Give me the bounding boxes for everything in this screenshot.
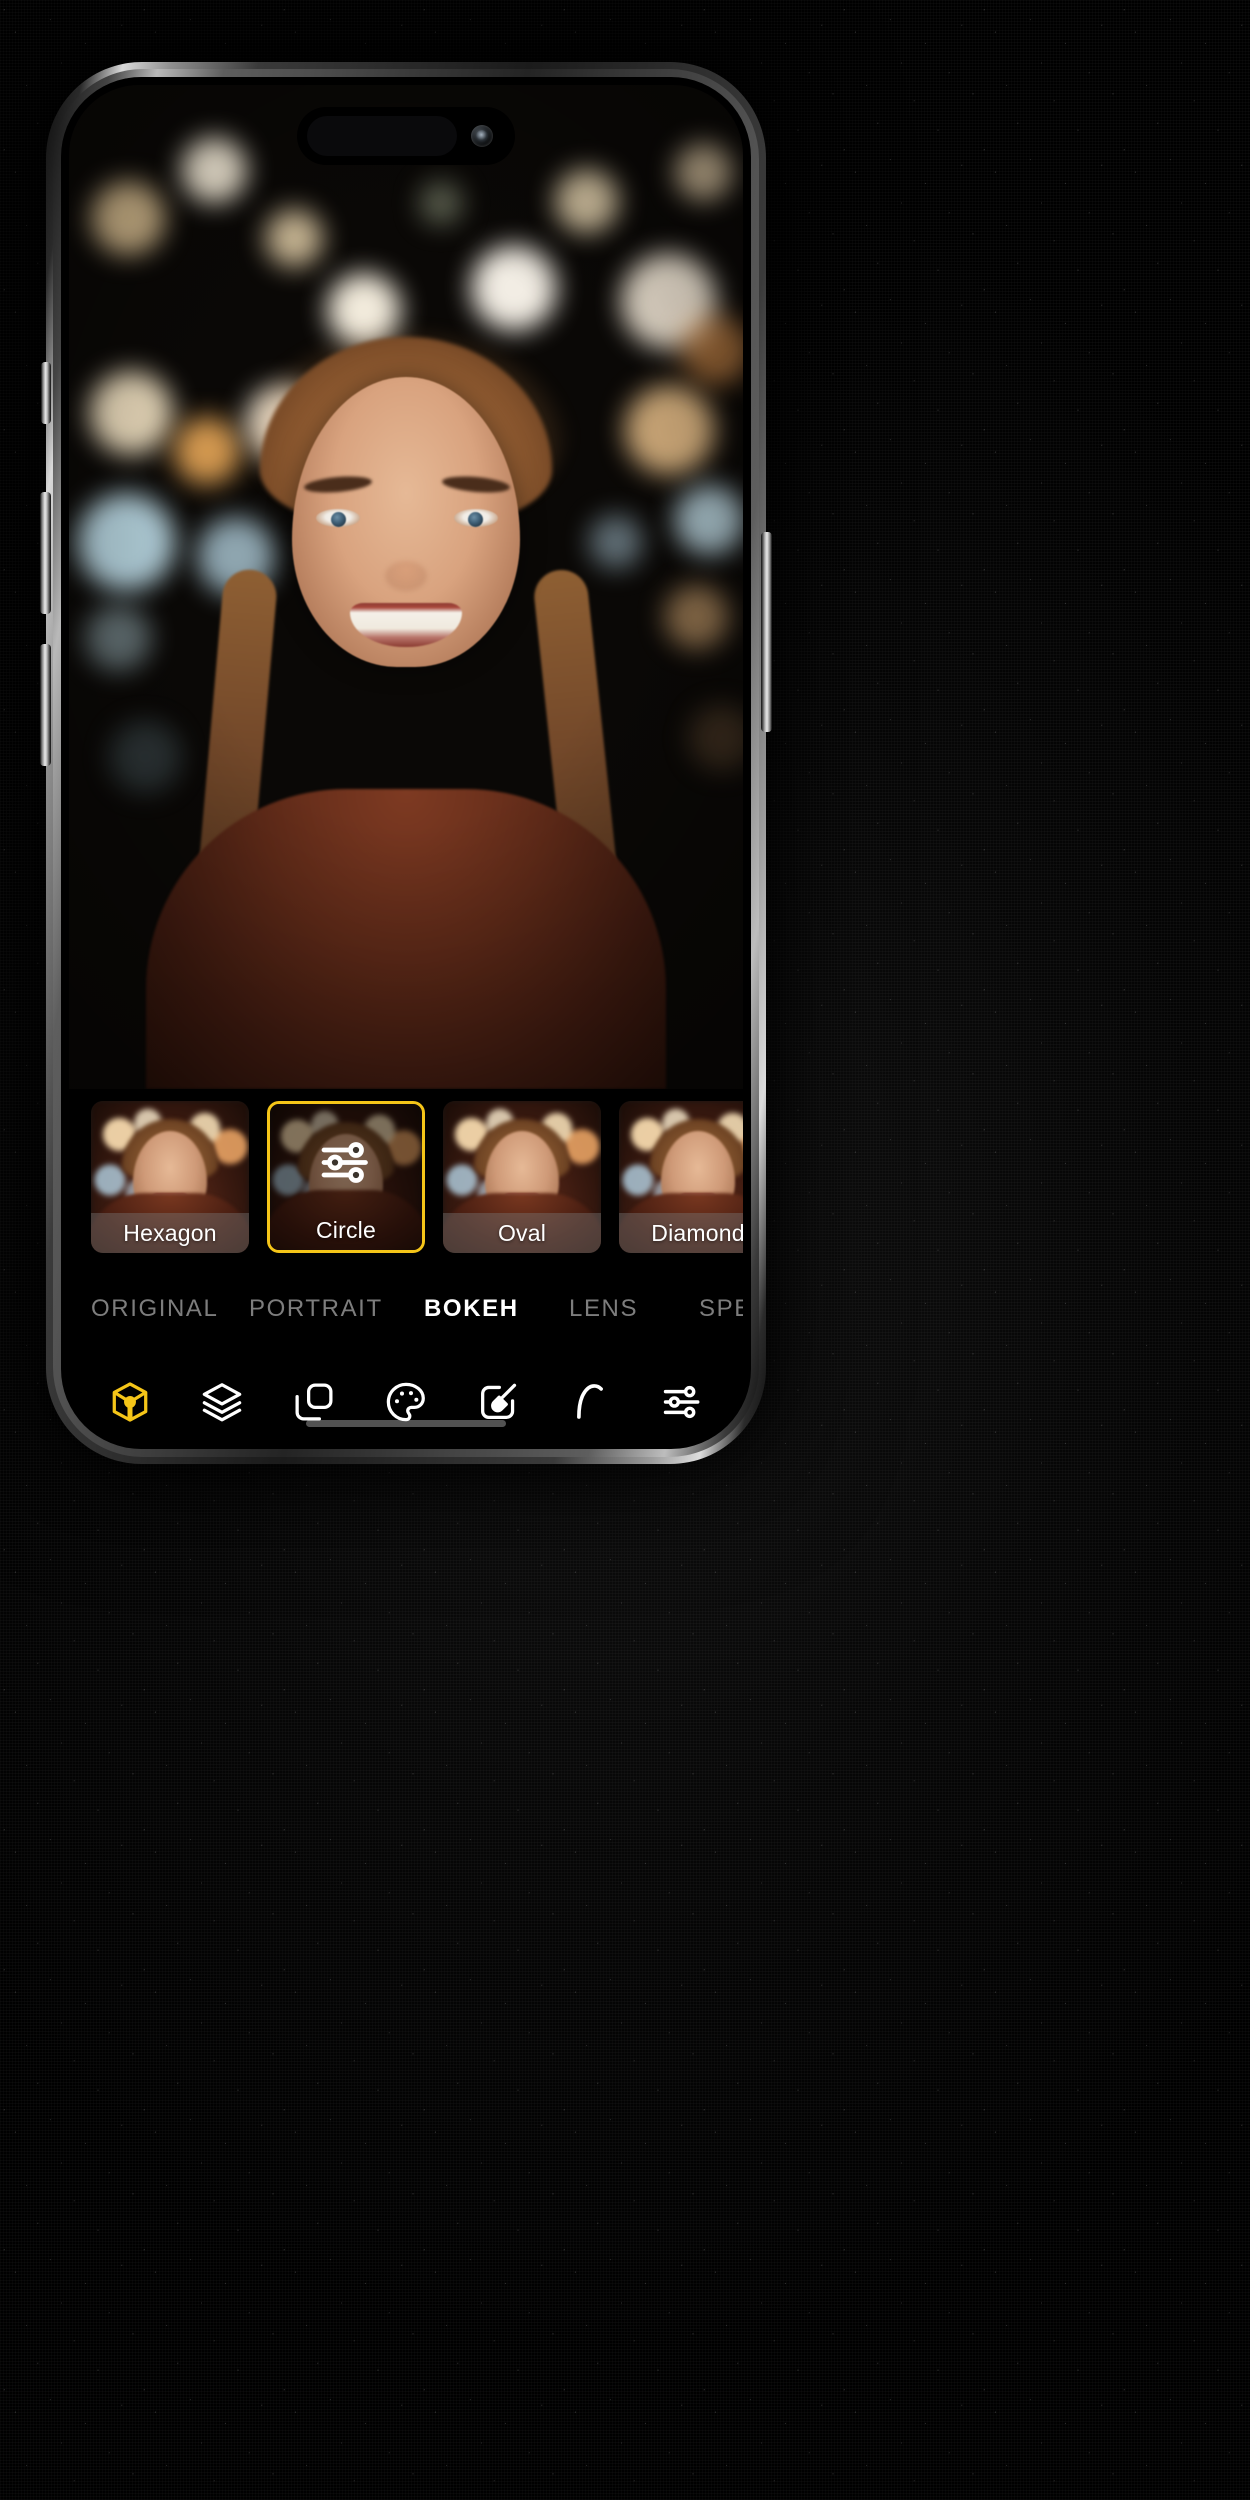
phone-screen: Hexagon Circle Oval Diamond ORIGINAL PORTRAI…	[69, 85, 743, 1441]
curve-icon[interactable]	[559, 1371, 621, 1433]
filter-card-diamond[interactable]: Diamond	[619, 1101, 743, 1253]
cube-3d-icon[interactable]	[99, 1371, 161, 1433]
nose	[385, 561, 427, 591]
tab-lens[interactable]: LENS	[569, 1295, 638, 1323]
filter-card-circle[interactable]: Circle	[267, 1101, 425, 1253]
volume-down-button[interactable]	[40, 644, 51, 766]
bottom-tool-bar[interactable]	[69, 1353, 743, 1441]
filter-card-label: Oval	[443, 1213, 601, 1253]
phone-device-frame: Hexagon Circle Oval Diamond ORIGINAL PORTRAI…	[40, 62, 772, 1464]
power-button[interactable]	[761, 532, 772, 732]
effect-category-tabs[interactable]: ORIGINAL PORTRAIT BOKEH LENS SPECIAL	[69, 1267, 743, 1353]
adjust-sliders-icon[interactable]	[651, 1371, 713, 1433]
tab-bokeh[interactable]: BOKEH	[424, 1295, 519, 1323]
filter-card-hexagon[interactable]: Hexagon	[91, 1101, 249, 1253]
front-camera-icon	[471, 125, 493, 147]
pupil-right	[468, 512, 483, 527]
home-indicator[interactable]	[306, 1420, 506, 1427]
sweater	[146, 789, 666, 1089]
photo-subject	[146, 209, 666, 1089]
photo-canvas[interactable]	[69, 85, 743, 1089]
volume-up-button[interactable]	[40, 492, 51, 614]
tab-portrait[interactable]: PORTRAIT	[249, 1295, 383, 1323]
filter-card-label: Circle	[316, 1216, 376, 1243]
action-button[interactable]	[41, 362, 51, 424]
tab-original[interactable]: ORIGINAL	[91, 1295, 219, 1323]
filter-card-oval[interactable]: Oval	[443, 1101, 601, 1253]
bokeh-shape-filter-strip[interactable]: Hexagon Circle Oval Diamond	[69, 1089, 743, 1267]
tab-special[interactable]: SPECIAL	[699, 1295, 743, 1323]
filter-card-label: Diamond	[619, 1213, 743, 1253]
sliders-icon[interactable]	[316, 1133, 376, 1198]
pupil-left	[331, 512, 346, 527]
layers-icon[interactable]	[191, 1371, 253, 1433]
dynamic-island	[297, 107, 515, 165]
dynamic-island-pill	[307, 116, 457, 156]
filter-card-label: Hexagon	[91, 1213, 249, 1253]
